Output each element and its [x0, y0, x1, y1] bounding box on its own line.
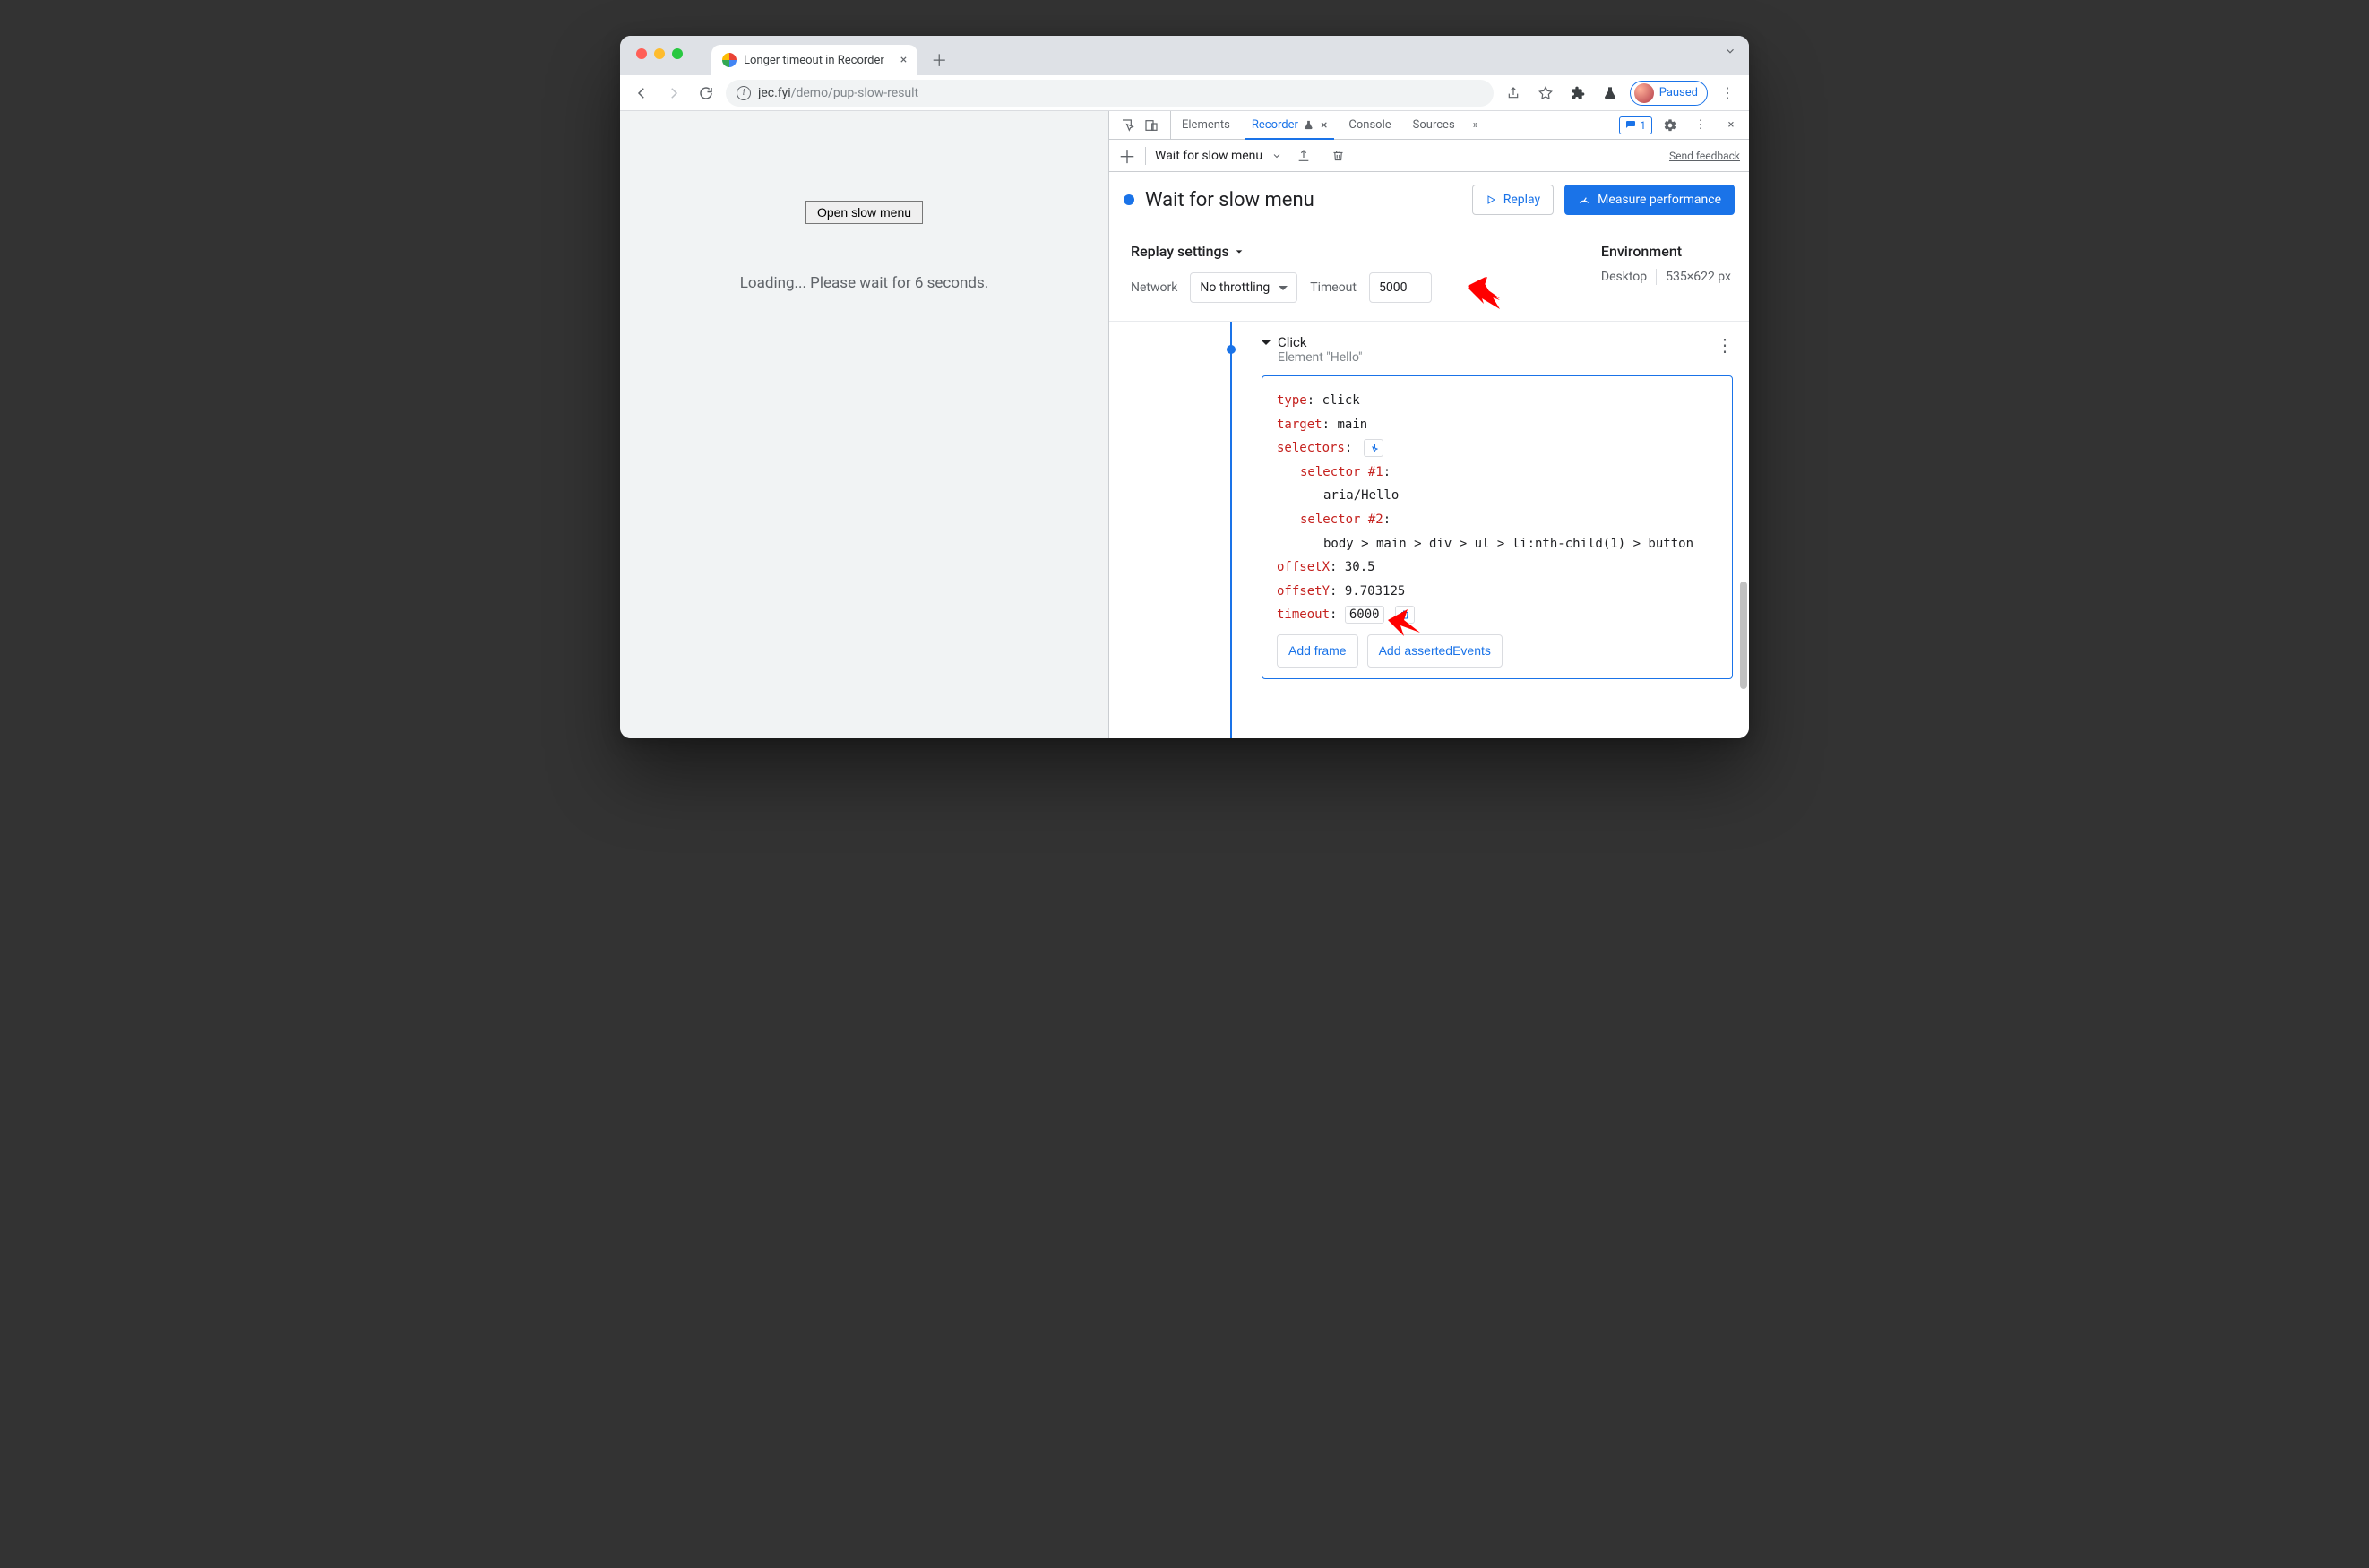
scrollbar[interactable]: [1738, 358, 1747, 729]
tab-recorder[interactable]: Recorder ×: [1241, 111, 1339, 139]
loading-text: Loading... Please wait for 6 seconds.: [740, 274, 988, 292]
tab-elements[interactable]: Elements: [1171, 111, 1241, 139]
address-bar[interactable]: i jec.fyi/demo/pup-slow-result: [726, 80, 1494, 107]
issues-chip[interactable]: 1: [1619, 116, 1652, 134]
environment-section: Environment Desktop 535×622 px: [1601, 243, 1731, 285]
timeline-line: [1230, 322, 1232, 738]
profile-chip[interactable]: Paused: [1630, 81, 1708, 106]
share-icon[interactable]: [1501, 81, 1526, 106]
open-slow-menu-button[interactable]: Open slow menu: [805, 201, 923, 224]
network-label: Network: [1131, 280, 1177, 295]
avatar: [1634, 83, 1654, 103]
more-tabs-icon[interactable]: »: [1466, 111, 1486, 139]
close-tab-icon[interactable]: ×: [900, 53, 907, 67]
browser-menu-icon[interactable]: ⋮: [1715, 81, 1740, 106]
environment-heading: Environment: [1601, 243, 1731, 260]
forward-button[interactable]: [661, 81, 686, 106]
close-devtools-icon[interactable]: ×: [1719, 113, 1744, 138]
export-icon[interactable]: [1291, 143, 1316, 168]
browser-toolbar: i jec.fyi/demo/pup-slow-result Paused ⋮: [620, 75, 1749, 111]
tab-console[interactable]: Console: [1338, 111, 1401, 139]
delete-recording-icon[interactable]: [1325, 143, 1350, 168]
tab-strip: Longer timeout in Recorder × ＋: [620, 36, 1749, 75]
new-recording-button[interactable]: ＋: [1118, 142, 1136, 168]
flask-icon[interactable]: [1598, 81, 1623, 106]
step-title: Click: [1278, 334, 1363, 350]
fullscreen-window-icon[interactable]: [672, 48, 683, 59]
content-area: Open slow menu Loading... Please wait fo…: [620, 111, 1749, 738]
profile-status: Paused: [1659, 86, 1698, 99]
recorder-toolbar: ＋ Wait for slow menu Send feedback: [1109, 140, 1749, 172]
timeout-input[interactable]: 5000: [1369, 272, 1432, 303]
step-header[interactable]: Click Element "Hello": [1262, 334, 1733, 365]
recording-selector[interactable]: Wait for slow menu: [1155, 149, 1282, 163]
close-window-icon[interactable]: [636, 48, 647, 59]
page-viewport: Open slow menu Loading... Please wait fo…: [620, 111, 1108, 738]
timeout-label: Timeout: [1310, 280, 1357, 295]
extensions-icon[interactable]: [1565, 81, 1590, 106]
env-device: Desktop: [1601, 270, 1647, 284]
play-icon: [1486, 194, 1496, 205]
replay-settings-heading[interactable]: Replay settings: [1131, 243, 1565, 260]
minimize-window-icon[interactable]: [654, 48, 665, 59]
delete-timeout-icon[interactable]: [1395, 606, 1415, 624]
site-info-icon[interactable]: i: [737, 86, 751, 100]
recording-header: Wait for slow menu Replay Measure perfor…: [1109, 172, 1749, 228]
browser-window: Longer timeout in Recorder × ＋ i jec.fyi…: [620, 36, 1749, 738]
caret-down-icon: [1235, 247, 1244, 256]
flask-icon: [1304, 120, 1314, 130]
inspect-element-icon[interactable]: [1116, 113, 1140, 138]
steps-area: ⋮ Click Element "Hello" type: click targ…: [1109, 322, 1749, 738]
devtools-panel: Elements Recorder × Console Sources » 1: [1108, 111, 1749, 738]
tab-title: Longer timeout in Recorder: [744, 54, 884, 67]
scrollbar-thumb[interactable]: [1740, 582, 1747, 689]
measure-performance-button[interactable]: Measure performance: [1564, 185, 1735, 215]
bookmark-icon[interactable]: [1533, 81, 1558, 106]
new-tab-button[interactable]: ＋: [926, 47, 952, 73]
chevron-down-icon: [1271, 151, 1282, 161]
window-controls: [636, 48, 683, 59]
step-subtitle: Element "Hello": [1278, 350, 1363, 365]
env-size: 535×622 px: [1666, 270, 1731, 284]
back-button[interactable]: [629, 81, 654, 106]
device-toolbar-icon[interactable]: [1140, 113, 1163, 138]
chevron-down-icon[interactable]: [1724, 45, 1736, 57]
browser-tab[interactable]: Longer timeout in Recorder ×: [711, 45, 917, 75]
recording-status-icon: [1124, 194, 1134, 205]
close-panel-icon[interactable]: ×: [1321, 118, 1327, 133]
devtools-tabbar: Elements Recorder × Console Sources » 1: [1109, 111, 1749, 140]
gauge-icon: [1578, 194, 1590, 206]
reload-button[interactable]: [693, 81, 719, 106]
tab-sources[interactable]: Sources: [1402, 111, 1466, 139]
url-host: jec.fyi: [758, 86, 791, 100]
step-details-box: type: click target: main selectors: sele…: [1262, 375, 1733, 679]
step-menu-icon[interactable]: ⋮: [1716, 334, 1733, 356]
settings-icon[interactable]: [1658, 113, 1683, 138]
timeline-marker-icon: [1227, 345, 1236, 354]
caret-down-icon: [1262, 340, 1271, 349]
add-asserted-events-button[interactable]: Add assertedEvents: [1367, 634, 1503, 668]
add-frame-button[interactable]: Add frame: [1277, 634, 1358, 668]
send-feedback-link[interactable]: Send feedback: [1669, 150, 1740, 162]
recording-menu-label: Wait for slow menu: [1155, 149, 1262, 163]
replay-button[interactable]: Replay: [1472, 185, 1554, 215]
issues-count: 1: [1640, 119, 1646, 132]
favicon-icon: [722, 53, 737, 67]
url-path: /demo/pup-slow-result: [791, 86, 918, 100]
recording-title: Wait for slow menu: [1145, 189, 1461, 211]
step-timeout-input[interactable]: 6000: [1345, 606, 1384, 624]
pick-selector-icon[interactable]: [1364, 439, 1383, 457]
network-throttling-select[interactable]: No throttling: [1190, 272, 1297, 303]
replay-settings-section: Replay settings Network No throttling Ti…: [1109, 228, 1749, 322]
devtools-menu-icon[interactable]: ⋮: [1688, 113, 1713, 138]
